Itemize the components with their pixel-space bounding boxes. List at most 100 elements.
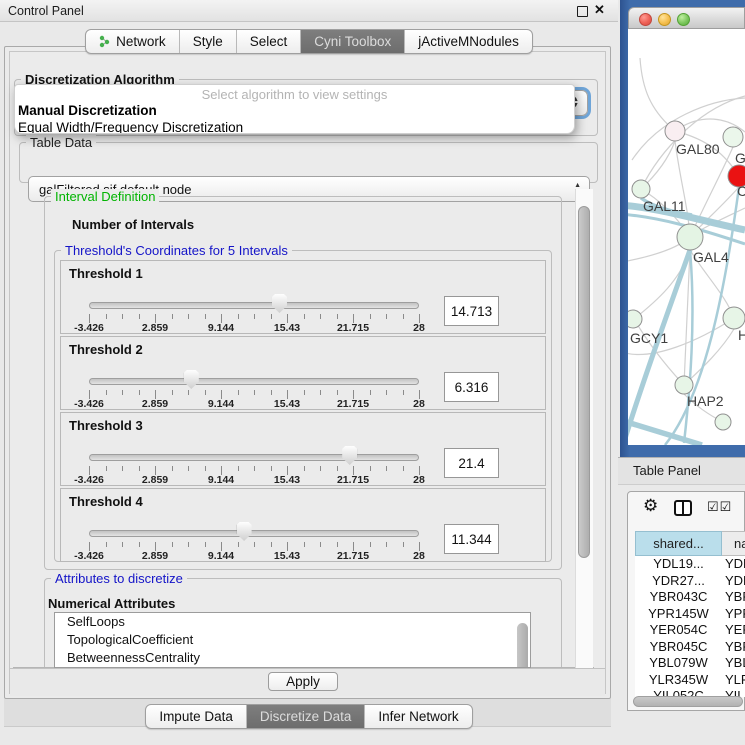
network-node[interactable] (665, 121, 685, 141)
attribute-list-item[interactable]: TopologicalCoefficient (55, 631, 530, 649)
tab-label: Infer Network (378, 709, 458, 724)
table-row[interactable]: YPR145WYPR145W (635, 606, 745, 623)
slider-track[interactable] (89, 302, 419, 309)
tab-select[interactable]: Select (237, 30, 302, 53)
cell-shared-name: YLR345W (635, 672, 722, 689)
threshold-value-field[interactable]: 6.316 (444, 372, 499, 402)
checkbox-icons[interactable]: ☑☑ (707, 499, 732, 515)
threshold-value-field[interactable]: 14.713 (444, 296, 499, 326)
network-node[interactable] (675, 376, 693, 394)
cell-shared-name: YDL19... (635, 556, 722, 573)
dropdown-prompt: Select algorithm to view settings (15, 85, 574, 102)
attributes-scrollbar-thumb[interactable] (517, 623, 528, 668)
tab-label: Network (116, 34, 166, 49)
cell-shared-name: YBR045C (635, 639, 722, 656)
network-node-label: GAL11 (643, 198, 686, 214)
threshold-label: Threshold 4 (69, 494, 143, 509)
network-node-label: C (737, 183, 745, 199)
apply-button[interactable]: Apply (268, 672, 338, 691)
network-node[interactable] (677, 224, 703, 250)
table-row[interactable]: YER054CYER054C (635, 622, 745, 639)
network-edge[interactable] (634, 250, 690, 319)
tab-impute-data[interactable]: Impute Data (146, 705, 247, 728)
attributes-group-label: Attributes to discretize (51, 571, 187, 586)
network-node[interactable] (632, 180, 650, 198)
mac-close-icon[interactable] (639, 13, 652, 26)
panel-title: Control Panel (8, 4, 84, 18)
cell-name: YBL079W (722, 655, 745, 672)
network-node[interactable] (715, 414, 731, 430)
number-of-intervals-label: Number of Intervals (72, 217, 194, 232)
cell-shared-name: YDR27... (635, 573, 722, 590)
threshold-label: Threshold 2 (69, 342, 143, 357)
network-window-titlebar[interactable] (628, 7, 745, 29)
tab-infer-network[interactable]: Infer Network (365, 705, 471, 728)
column-header-name[interactable]: name (722, 531, 745, 556)
network-node-label: GCY1 (630, 330, 668, 346)
tab-discretize-data[interactable]: Discretize Data (247, 705, 366, 728)
table-row[interactable]: YLR345WYLR345W (635, 672, 745, 689)
slider-track[interactable] (89, 530, 419, 537)
dropdown-option[interactable]: Equal Width/Frequency Discretization (15, 119, 574, 134)
tab-network[interactable]: Network (86, 30, 180, 53)
threshold-value-field[interactable]: 11.344 (444, 524, 499, 554)
tab-cyni-toolbox[interactable]: Cyni Toolbox (301, 30, 405, 53)
gear-icon[interactable]: ⚙ (643, 496, 658, 516)
network-graph: GAL80GCGAL11GAL4GCY1HHAP2 (628, 29, 745, 445)
table-header-row: shared... name (635, 531, 745, 556)
network-node-label: H (738, 327, 745, 343)
thresholds-group-label: Threshold's Coordinates for 5 Intervals (61, 243, 292, 258)
numerical-attributes-list[interactable]: SelfLoopsTopologicalCoefficientBetweenne… (54, 612, 531, 668)
close-icon[interactable]: ✕ (594, 2, 605, 18)
network-edge[interactable] (640, 58, 675, 131)
network-edge-highlighted[interactable] (628, 420, 702, 445)
cell-name: YBR045C (722, 639, 745, 656)
table-row[interactable]: YDL19...YDL19... (635, 556, 745, 573)
table-row[interactable]: YBR045CYBR045C (635, 639, 745, 656)
node-table[interactable]: shared... name YDL19...YDL19...YDR27...Y… (635, 531, 745, 697)
attribute-list-item[interactable]: SelfLoops (55, 613, 530, 631)
table-row[interactable]: YBR043CYBR043C (635, 589, 745, 606)
settings-scrollbar-thumb[interactable] (578, 206, 590, 558)
control-panel-titlebar: Control Panel ✕ (0, 0, 618, 22)
threshold-panel: Threshold 1-3.4262.8599.14415.4321.71528… (60, 260, 546, 334)
tab-label: Select (250, 34, 288, 49)
cell-shared-name: YER054C (635, 622, 722, 639)
algorithm-dropdown-popup: Select algorithm to view settings Manual… (14, 84, 575, 134)
slider-thumb[interactable] (272, 294, 287, 313)
slider-thumb[interactable] (342, 446, 357, 465)
table-hscrollbar-thumb[interactable] (633, 696, 743, 707)
threshold-value-field[interactable]: 21.4 (444, 448, 499, 478)
tab-style[interactable]: Style (180, 30, 237, 53)
mac-minimize-icon[interactable] (658, 13, 671, 26)
slider-tick-labels: -3.4262.8599.14415.4321.71528 (89, 398, 419, 409)
column-header-shared-name[interactable]: shared... (635, 531, 722, 556)
network-node[interactable] (723, 127, 743, 147)
slider-track[interactable] (89, 378, 419, 385)
network-node[interactable] (628, 310, 642, 328)
threshold-panels-stack: Threshold 1 -3.4262.8599.14415.4321.71528… (60, 258, 546, 562)
mac-zoom-icon[interactable] (677, 13, 690, 26)
slider-track[interactable] (89, 454, 419, 461)
application-window: Control Panel ✕ Network Style Select Cyni T… (0, 0, 745, 745)
attribute-list-item[interactable]: BetweennessCentrality (55, 649, 530, 667)
tab-jactivemnodules[interactable]: jActiveMNodules (405, 30, 532, 53)
slider-thumb[interactable] (184, 370, 199, 389)
float-window-icon[interactable] (577, 6, 588, 17)
threshold-panel: Threshold 2 -3.4262.8599.14415.4321.71528… (60, 336, 546, 410)
table-row[interactable]: YDR27...YDR27... (635, 573, 745, 590)
table-data-label: Table Data (26, 135, 96, 150)
network-node-label: GAL4 (693, 249, 729, 265)
network-canvas[interactable]: GAL80GCGAL11GAL4GCY1HHAP2 (628, 29, 745, 445)
table-row[interactable]: YBL079WYBL079W (635, 655, 745, 672)
dropdown-option[interactable]: Manual Discretization (15, 102, 574, 119)
threshold-label: Threshold 1 (69, 266, 143, 281)
network-node-label: HAP2 (687, 393, 724, 409)
slider-thumb[interactable] (237, 522, 252, 541)
network-node-label: GAL80 (676, 141, 720, 157)
network-node[interactable] (723, 307, 745, 329)
tab-label: Discretize Data (260, 709, 352, 724)
split-columns-icon[interactable] (674, 500, 692, 516)
bottom-tab-bar: Impute Data Discretize Data Infer Network (0, 704, 618, 729)
cell-shared-name: YPR145W (635, 606, 722, 623)
